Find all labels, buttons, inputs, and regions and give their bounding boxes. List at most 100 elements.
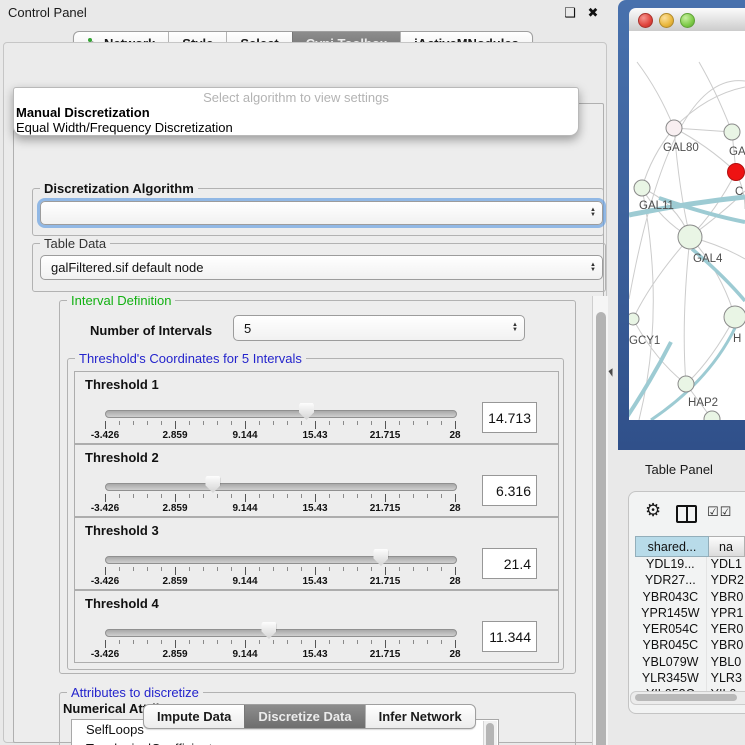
network-node-label: GA bbox=[729, 146, 745, 158]
network-edge[interactable] bbox=[686, 317, 735, 384]
tick-mark bbox=[329, 421, 330, 425]
list-scrollbar-thumb[interactable] bbox=[486, 723, 494, 745]
network-node-gcy1[interactable] bbox=[629, 313, 639, 325]
table-row[interactable]: YER054CYER0 bbox=[635, 622, 745, 638]
table-hscrollbar[interactable] bbox=[630, 691, 745, 705]
close-icon[interactable]: ✖ bbox=[586, 5, 600, 21]
network-window-titlebar[interactable] bbox=[629, 8, 745, 32]
threshold-panel-1: Threshold 1-3.4262.8599.14415.4321.71528… bbox=[74, 371, 559, 444]
table-data-combobox[interactable]: galFiltered.sif default node ▲▼ bbox=[40, 255, 603, 280]
panel-scrollbar-thumb[interactable] bbox=[596, 312, 606, 745]
network-edge[interactable] bbox=[690, 237, 735, 317]
table-row[interactable]: YDL19...YDL1 bbox=[635, 557, 745, 573]
tick-mark bbox=[203, 640, 204, 644]
tick-label: 28 bbox=[449, 430, 460, 441]
list-scrollbar[interactable] bbox=[483, 721, 497, 745]
tick-mark bbox=[175, 640, 176, 648]
table-rows: YDL19...YDL1YDR27...YDR2YBR043CYBR0YPR14… bbox=[635, 557, 745, 704]
network-edge[interactable] bbox=[637, 62, 674, 128]
cell-name: YDL1 bbox=[707, 557, 745, 573]
threshold-panel-2: Threshold 2-3.4262.8599.14415.4321.71528… bbox=[74, 444, 559, 517]
tab-impute-data[interactable]: Impute Data bbox=[144, 705, 244, 728]
network-edge-highlighted[interactable] bbox=[629, 342, 671, 420]
gear-icon[interactable]: ⚙ bbox=[645, 500, 661, 521]
column-header-name[interactable]: na bbox=[709, 536, 745, 557]
minimize-traffic-icon[interactable] bbox=[659, 13, 674, 28]
tick-mark bbox=[399, 494, 400, 498]
threshold-slider[interactable]: -3.4262.8599.14415.4321.71528 bbox=[75, 400, 495, 442]
network-edge[interactable] bbox=[633, 319, 686, 384]
network-node-hap2[interactable] bbox=[678, 376, 694, 392]
tick-mark bbox=[245, 421, 246, 429]
table-row[interactable]: YPR145WYPR1 bbox=[635, 606, 745, 622]
tab-infer-network[interactable]: Infer Network bbox=[365, 705, 475, 728]
tick-mark bbox=[217, 567, 218, 571]
tick-mark bbox=[343, 494, 344, 498]
threshold-slider[interactable]: -3.4262.8599.14415.4321.71528 bbox=[75, 546, 495, 588]
number-of-intervals-combobox[interactable]: 5 ▲▼ bbox=[233, 315, 525, 341]
tick-mark bbox=[231, 494, 232, 498]
slider-track bbox=[105, 410, 457, 418]
threshold-value-input[interactable]: 6.316 bbox=[482, 475, 537, 506]
tick-mark bbox=[357, 421, 358, 425]
tick-mark bbox=[189, 494, 190, 498]
network-edge[interactable] bbox=[642, 128, 674, 188]
table-hscrollbar-thumb[interactable] bbox=[635, 694, 737, 701]
network-node-ga[interactable] bbox=[724, 124, 740, 140]
network-node-gal11[interactable] bbox=[634, 180, 650, 196]
algorithm-option-equal-width-frequency-discretization[interactable]: Equal Width/Frequency Discretization bbox=[14, 120, 578, 135]
network-node-label: GCY1 bbox=[629, 335, 660, 347]
tick-mark bbox=[455, 421, 456, 429]
tick-mark bbox=[189, 421, 190, 425]
cell-shared-name: YBR045C bbox=[635, 638, 707, 654]
tick-mark bbox=[119, 567, 120, 571]
thresholds-group-label: Threshold's Coordinates for 5 Intervals bbox=[75, 351, 306, 366]
threshold-value-input[interactable]: 21.4 bbox=[482, 548, 537, 579]
tick-mark bbox=[231, 567, 232, 571]
zoom-traffic-icon[interactable] bbox=[680, 13, 695, 28]
network-node-partial[interactable] bbox=[704, 411, 720, 420]
tick-mark bbox=[427, 640, 428, 644]
cell-name: YDR2 bbox=[707, 573, 745, 589]
network-node-c[interactable] bbox=[728, 164, 745, 181]
threshold-value-input[interactable]: 11.344 bbox=[482, 621, 537, 652]
network-edge[interactable] bbox=[674, 87, 745, 128]
tab-discretize-data[interactable]: Discretize Data bbox=[244, 705, 364, 728]
attribute-item[interactable]: TopologicalCoefficient bbox=[72, 739, 498, 745]
tick-mark bbox=[399, 567, 400, 571]
combo-stepper-icon: ▲▼ bbox=[590, 208, 596, 218]
threshold-slider[interactable]: -3.4262.8599.14415.4321.71528 bbox=[75, 473, 495, 515]
table-row[interactable]: YBL079WYBL0 bbox=[635, 655, 745, 671]
network-node-gal80[interactable] bbox=[666, 120, 682, 136]
tick-mark bbox=[119, 640, 120, 644]
select-columns-icon[interactable]: ☑☑ bbox=[707, 504, 732, 520]
tab-label: Impute Data bbox=[157, 709, 231, 724]
algorithm-option-manual-discretization[interactable]: Manual Discretization bbox=[14, 105, 578, 120]
threshold-slider[interactable]: -3.4262.8599.14415.4321.71528 bbox=[75, 619, 495, 661]
table-row[interactable]: YDR27...YDR2 bbox=[635, 573, 745, 589]
network-edge[interactable] bbox=[674, 128, 732, 132]
network-node-gal4[interactable] bbox=[678, 225, 702, 249]
table-row[interactable]: YLR345WYLR3 bbox=[635, 671, 745, 687]
column-header-shared-name[interactable]: shared... bbox=[635, 536, 709, 557]
float-panel-icon[interactable]: ❑ bbox=[563, 5, 577, 21]
table-header-row: shared... na bbox=[635, 536, 745, 557]
tick-mark bbox=[357, 494, 358, 498]
network-canvas[interactable]: GAL80GACGAL11GAL4GCY1HHAP2 bbox=[629, 31, 745, 420]
interval-definition-label: Interval Definition bbox=[67, 296, 175, 308]
tab-label: Infer Network bbox=[379, 709, 462, 724]
table-row[interactable]: YBR043CYBR0 bbox=[635, 590, 745, 606]
threshold-value-input[interactable]: 14.713 bbox=[482, 402, 537, 433]
close-traffic-icon[interactable] bbox=[638, 13, 653, 28]
tick-mark bbox=[161, 421, 162, 425]
tick-mark bbox=[105, 421, 106, 429]
split-view-icon[interactable] bbox=[676, 505, 697, 523]
tick-mark bbox=[287, 567, 288, 571]
tick-mark bbox=[413, 567, 414, 571]
table-row[interactable]: YBR045CYBR0 bbox=[635, 638, 745, 654]
network-edge[interactable] bbox=[684, 237, 690, 384]
cell-shared-name: YLR345W bbox=[635, 671, 707, 687]
network-edge[interactable] bbox=[633, 237, 690, 319]
network-node-h[interactable] bbox=[724, 306, 745, 328]
algorithm-combobox[interactable]: ▲▼ bbox=[40, 201, 603, 225]
